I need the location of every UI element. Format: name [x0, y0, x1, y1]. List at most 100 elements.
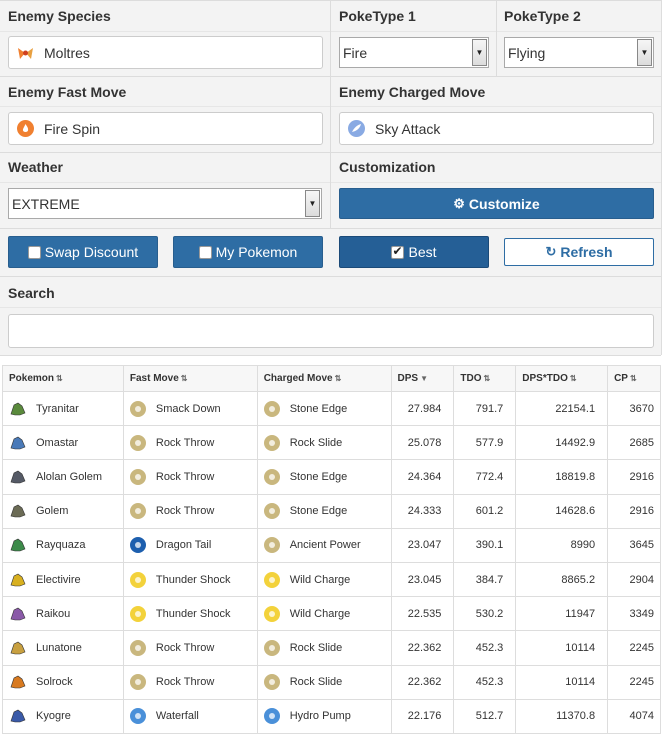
pokemon-name: Raikou: [36, 607, 71, 620]
pokemon-sprite-icon: [9, 572, 27, 588]
electric-type-icon: [263, 571, 280, 588]
pokemon-name: Golem: [36, 505, 69, 518]
tdo-cell: 452.3: [453, 664, 517, 700]
weather-value: EXTREME: [12, 195, 80, 212]
charged-move-input[interactable]: Sky Attack: [339, 112, 654, 145]
fast-move-cell: Dragon Tail: [122, 527, 258, 563]
pokemon-cell: Kyogre: [2, 698, 124, 734]
pokemon-name: Tyranitar: [36, 402, 79, 415]
dps-tdo-cell: 8990: [515, 527, 609, 563]
rock-type-icon: [263, 537, 280, 554]
chevron-down-icon[interactable]: ▼: [637, 39, 652, 66]
column-header-tdo[interactable]: TDO ⇅: [453, 365, 517, 392]
refresh-button[interactable]: ↻ Refresh: [504, 238, 654, 266]
dps-cell: 22.535: [390, 596, 455, 632]
divider: [0, 355, 661, 356]
pokemon-name: Electivire: [36, 573, 81, 586]
sort-icon: ⇅: [483, 374, 491, 383]
cp-cell: 2245: [607, 630, 661, 666]
my-pokemon-button[interactable]: My Pokemon: [173, 236, 323, 268]
cp-cell: 3349: [607, 596, 661, 632]
fast-move-name: Dragon Tail: [155, 539, 212, 552]
swap-discount-checkbox[interactable]: [27, 245, 41, 259]
cp-cell: 3670: [607, 390, 661, 427]
pokemon-sprite-icon: [9, 674, 27, 690]
fast-move-cell: Rock Throw: [122, 459, 258, 495]
pokemon-cell: Raikou: [2, 596, 124, 632]
pokemon-name: Lunatone: [36, 641, 82, 654]
column-header-cp[interactable]: CP ⇅: [607, 365, 661, 392]
divider: [0, 228, 661, 229]
best-label: Best: [408, 244, 437, 260]
fast-move-name: Waterfall: [155, 710, 199, 723]
rock-type-icon: [129, 503, 146, 520]
column-header-fast-move[interactable]: Fast Move ⇅: [122, 365, 258, 392]
best-checkbox[interactable]: [391, 244, 405, 259]
dps-tdo-cell: 10114: [515, 630, 609, 666]
poketype2-select[interactable]: Flying ▼: [504, 37, 654, 68]
pokemon-cell: Alolan Golem: [2, 459, 124, 495]
charged-move-name: Stone Edge: [289, 470, 348, 483]
cp-cell: 3645: [607, 527, 661, 563]
column-header-charged-move[interactable]: Charged Move ⇅: [256, 365, 392, 392]
charged-move-name: Ancient Power: [289, 539, 361, 552]
charged-move-name: Rock Slide: [289, 436, 343, 449]
pokemon-name: Alolan Golem: [36, 470, 103, 483]
charged-move-cell: Rock Slide: [256, 664, 392, 700]
sort-icon: ⇅: [569, 374, 577, 383]
tdo-cell: 772.4: [453, 459, 517, 495]
tdo-cell: 390.1: [453, 527, 517, 563]
chevron-down-icon[interactable]: ▼: [305, 190, 320, 217]
water-type-icon: [263, 708, 280, 725]
fast-move-name: Rock Throw: [155, 641, 215, 654]
electric-type-icon: [263, 605, 280, 622]
table-row: Electivire Thunder Shock Wild Charge 23.…: [2, 561, 661, 598]
swap-discount-button[interactable]: Swap Discount: [8, 236, 158, 268]
pokemon-name: Omastar: [36, 436, 79, 449]
chevron-down-icon[interactable]: ▼: [472, 39, 487, 66]
pokemon-sprite-icon: [9, 640, 27, 656]
column-header-pokemon[interactable]: Pokemon ⇅: [2, 365, 124, 392]
charged-move-cell: Ancient Power: [256, 527, 392, 563]
table-row: Lunatone Rock Throw Rock Slide 22.362 45…: [2, 630, 661, 666]
search-input[interactable]: [8, 314, 654, 348]
charged-move-name: Rock Slide: [289, 676, 343, 689]
weather-label: Weather: [8, 159, 63, 175]
dps-tdo-cell: 10114: [515, 664, 609, 700]
charged-move-cell: Stone Edge: [256, 459, 392, 495]
column-header-dps-tdo[interactable]: DPS*TDO ⇅: [515, 365, 609, 392]
pokemon-sprite-icon: [9, 503, 27, 519]
my-pokemon-label: My Pokemon: [215, 244, 298, 260]
rock-type-icon: [263, 503, 280, 520]
table-row: Tyranitar Smack Down Stone Edge 27.984 7…: [2, 390, 661, 427]
fast-move-label: Enemy Fast Move: [8, 84, 127, 100]
rock-type-icon: [129, 468, 146, 485]
electric-type-icon: [129, 605, 146, 622]
charged-move-name: Rock Slide: [289, 641, 343, 654]
pokemon-sprite-icon: [9, 708, 27, 724]
charged-move-cell: Rock Slide: [256, 425, 392, 461]
divider: [0, 276, 661, 277]
rock-type-icon: [129, 400, 146, 417]
sort-desc-icon: ▼: [420, 374, 428, 383]
dps-cell: 22.362: [390, 630, 455, 666]
pokemon-cell: Electivire: [2, 561, 124, 598]
dps-tdo-cell: 14628.6: [515, 493, 609, 529]
weather-select[interactable]: EXTREME ▼: [8, 188, 322, 219]
fast-move-input[interactable]: Fire Spin: [8, 112, 323, 145]
fast-move-name: Rock Throw: [155, 436, 215, 449]
dps-cell: 22.176: [390, 698, 455, 734]
best-button[interactable]: Best: [339, 236, 489, 268]
dps-cell: 27.984: [390, 390, 455, 427]
poketype2-label: PokeType 2: [504, 8, 581, 24]
customize-button-label: Customize: [468, 195, 540, 212]
table-row: Solrock Rock Throw Rock Slide 22.362 452…: [2, 664, 661, 700]
enemy-species-input[interactable]: Moltres: [8, 36, 323, 69]
dps-tdo-cell: 8865.2: [515, 561, 609, 598]
my-pokemon-checkbox[interactable]: [198, 245, 212, 259]
rock-type-icon: [263, 400, 280, 417]
column-header-dps[interactable]: DPS ▼: [390, 365, 455, 392]
poketype1-select[interactable]: Fire ▼: [339, 37, 489, 68]
refresh-icon: ↻: [545, 244, 557, 259]
customize-button[interactable]: ⚙ Customize: [339, 188, 654, 219]
